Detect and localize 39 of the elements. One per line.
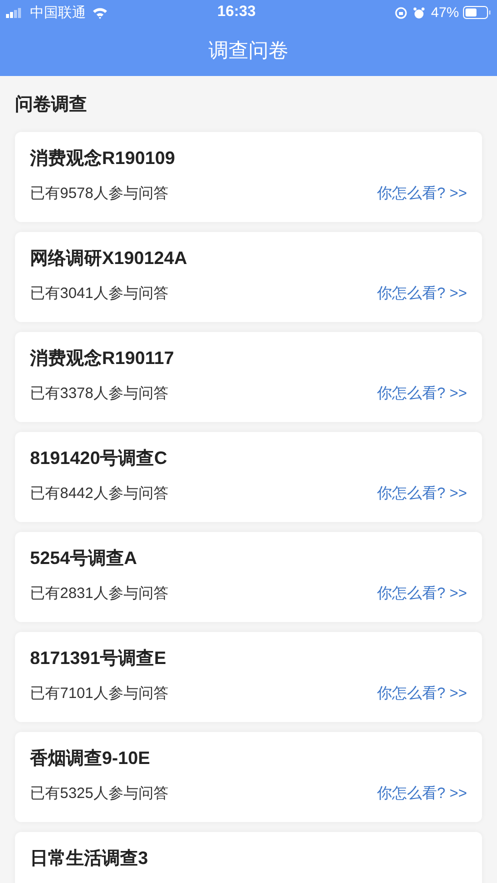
rotation-lock-icon (394, 6, 407, 18)
battery-icon (463, 6, 491, 19)
participant-count: 已有9578人参与问答 (30, 184, 168, 204)
survey-title: 消费观念R190109 (30, 147, 176, 170)
survey-title: 香烟调查9-10E (30, 747, 150, 770)
survey-card[interactable]: 8171391号调查E 已有7101人参与问答 你怎么看? >> (15, 632, 482, 722)
status-time: 16:33 (217, 2, 256, 22)
participant-count: 已有7101人参与问答 (30, 684, 168, 704)
survey-title: 5254号调查A (30, 547, 138, 570)
survey-title: 日常生活调查3 (30, 847, 148, 870)
survey-title: 8171391号调查E (30, 647, 166, 670)
answer-link[interactable]: 你怎么看? >> (376, 383, 467, 406)
survey-card[interactable]: 消费观念R190117 已有3378人参与问答 你怎么看? >> (15, 332, 482, 422)
survey-title: 网络调研X190124A (30, 247, 188, 270)
survey-title: 消费观念R190117 (30, 347, 174, 370)
section-title: 问卷调查 (15, 92, 87, 116)
survey-card[interactable]: 网络调研X190124A 已有3041人参与问答 你怎么看? >> (15, 232, 482, 322)
survey-card[interactable]: 日常生活调查3 (15, 832, 482, 883)
survey-card[interactable]: 香烟调查9-10E 已有5325人参与问答 你怎么看? >> (15, 732, 482, 822)
survey-card[interactable]: 消费观念R190109 已有9578人参与问答 你怎么看? >> (15, 132, 482, 222)
answer-link[interactable]: 你怎么看? >> (376, 483, 467, 506)
survey-card[interactable]: 8191420号调查C 已有8442人参与问答 你怎么看? >> (15, 432, 482, 522)
battery-percent: 47% (430, 3, 459, 22)
wifi-icon (92, 6, 108, 18)
survey-card[interactable]: 5254号调查A 已有2831人参与问答 你怎么看? >> (15, 532, 482, 622)
answer-link[interactable]: 你怎么看? >> (376, 683, 467, 706)
survey-title: 8191420号调查C (30, 447, 168, 470)
answer-link[interactable]: 你怎么看? >> (376, 783, 467, 806)
participant-count: 已有3041人参与问答 (30, 284, 168, 304)
carrier-name: 中国联通 (30, 3, 86, 22)
page-title: 调查问卷 (208, 38, 288, 64)
participant-count: 已有8442人参与问答 (30, 484, 168, 504)
answer-link[interactable]: 你怎么看? >> (376, 583, 467, 606)
participant-count: 已有3378人参与问答 (30, 384, 168, 404)
participant-count: 已有2831人参与问答 (30, 584, 168, 604)
alarm-icon (412, 6, 425, 18)
answer-link[interactable]: 你怎么看? >> (376, 283, 467, 306)
participant-count: 已有5325人参与问答 (30, 784, 168, 804)
answer-link[interactable]: 你怎么看? >> (376, 183, 467, 206)
